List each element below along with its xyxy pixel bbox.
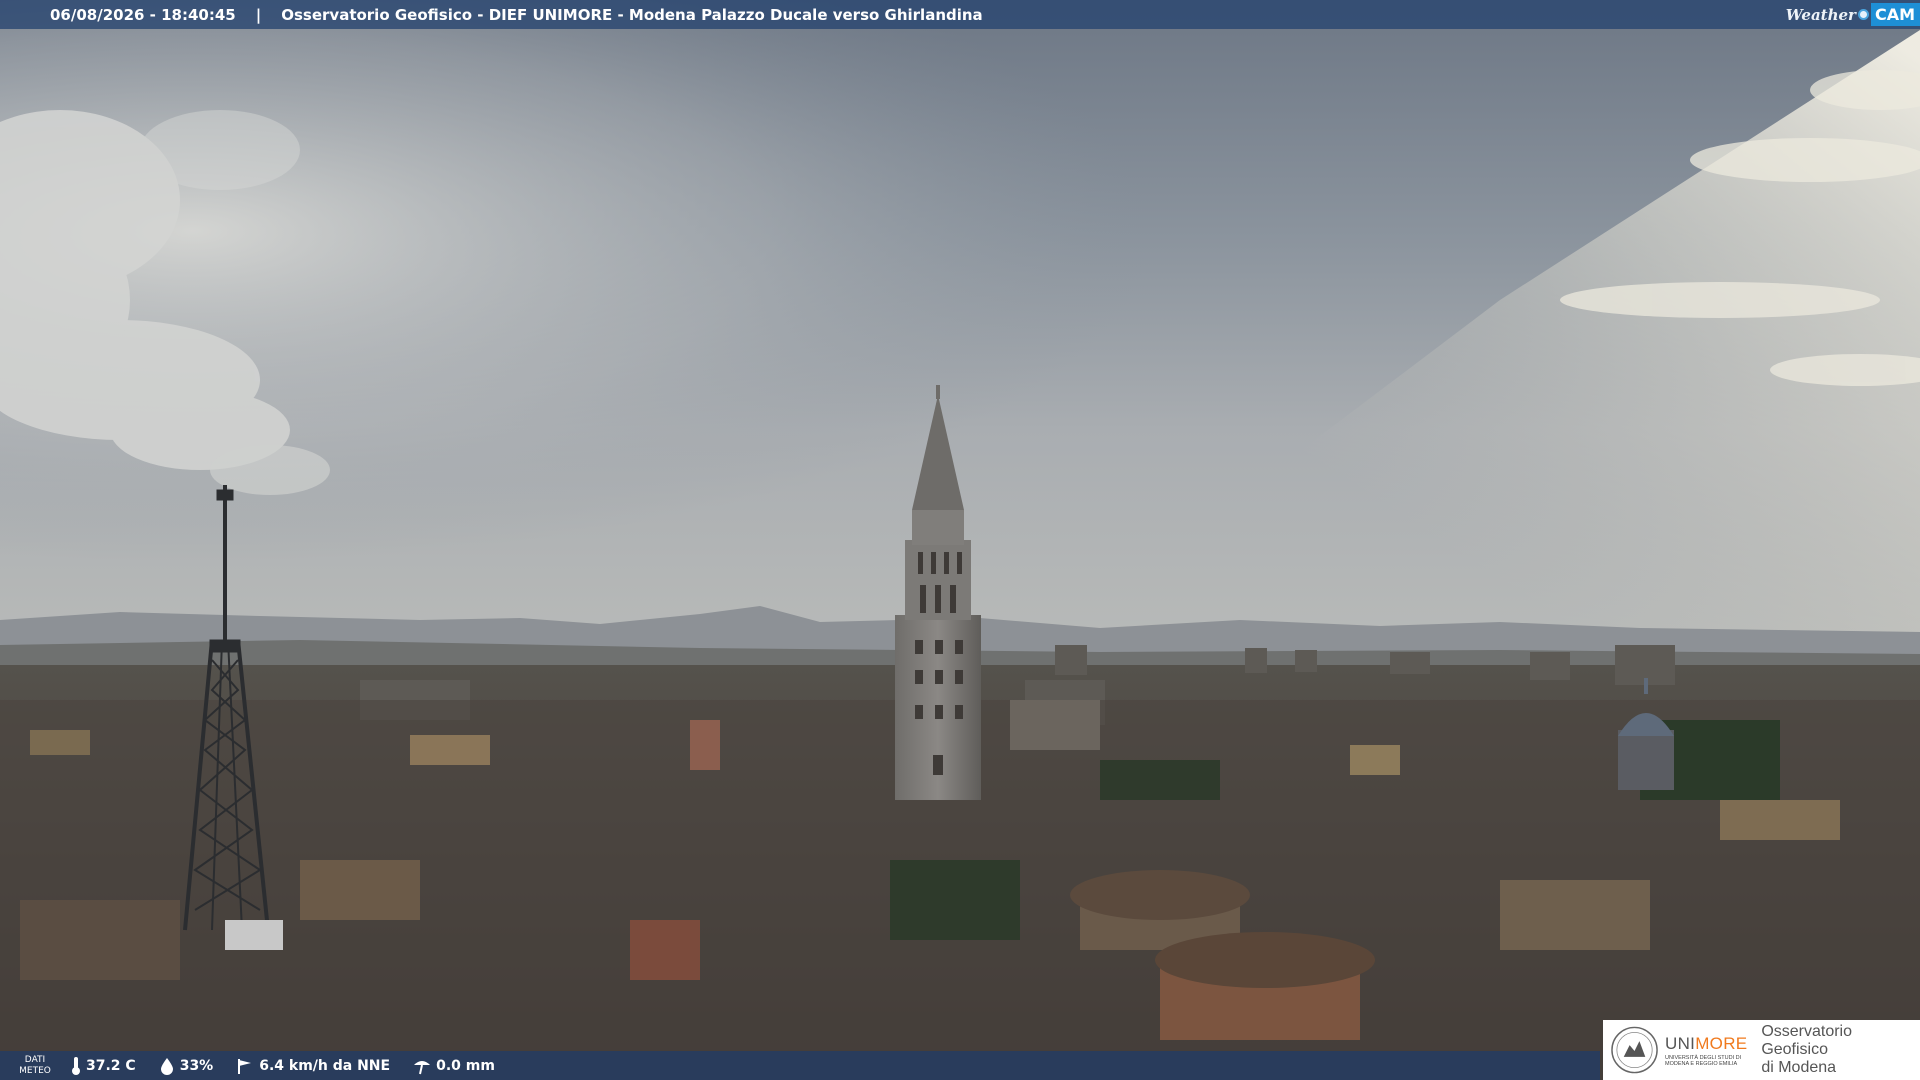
temperature-value: 37.2 C: [86, 1057, 136, 1074]
unimore-name-more: MORE: [1695, 1033, 1748, 1053]
unimore-subtitle-line1: UNIVERSITÀ DEGLI STUDI DI: [1665, 1054, 1742, 1061]
top-info-bar: 06/08/2026 - 18:40:45 | Osservatorio Geo…: [0, 0, 1920, 29]
rain-reading: 0.0 mm: [412, 1057, 495, 1075]
unimore-brand: UNIMORE UNIVERSITÀ DEGLI STUDI DI MODENA…: [1665, 1034, 1751, 1067]
unimore-name: UNIMORE: [1665, 1034, 1751, 1054]
dati-meteo-label: DATI METEO: [0, 1055, 70, 1077]
weathercam-logo-weather: Weather: [1785, 5, 1856, 24]
camera-title: Osservatorio Geofisico - DIEF UNIMORE - …: [281, 5, 983, 24]
meteo-label: METEO: [19, 1065, 51, 1076]
weathercam-logo[interactable]: Weather CAM: [1786, 1, 1920, 28]
humidity-reading: 33%: [158, 1057, 214, 1075]
dati-label: DATI: [24, 1054, 46, 1065]
wind-reading: 6.4 km/h da NNE: [235, 1057, 390, 1075]
weather-data-bar: DATI METEO 37.2 C 33% 6.4 km/h da NNE 0.…: [0, 1051, 1600, 1080]
unimore-name-uni: UNI: [1665, 1033, 1696, 1053]
header-separator: |: [255, 5, 262, 24]
wind-value: 6.4 km/h da NNE: [259, 1057, 391, 1074]
unimore-subtitle: UNIVERSITÀ DEGLI STUDI DI MODENA E REGGI…: [1665, 1055, 1751, 1067]
timestamp: 06/08/2026 - 18:40:45: [50, 5, 236, 24]
observatory-name: Osservatorio Geofisico di Modena: [1761, 1023, 1920, 1077]
lens-icon: [1857, 9, 1869, 20]
rain-value: 0.0 mm: [436, 1057, 495, 1074]
humidity-value: 33%: [179, 1057, 214, 1074]
humidity-drop-icon: [160, 1057, 173, 1075]
unimore-subtitle-line2: MODENA E REGGIO EMILIA: [1665, 1060, 1738, 1067]
unimore-seal-icon: [1611, 1026, 1658, 1074]
temperature-reading: 37.2 C: [70, 1056, 136, 1076]
weathercam-logo-cam: CAM: [1870, 3, 1920, 26]
observatory-line1: Osservatorio Geofisico: [1761, 1023, 1853, 1058]
observatory-line2: di Modena: [1761, 1059, 1837, 1076]
webcam-scene: [0, 0, 1920, 1080]
unimore-logo[interactable]: UNIMORE UNIVERSITÀ DEGLI STUDI DI MODENA…: [1603, 1020, 1920, 1080]
wind-icon: [238, 1058, 252, 1074]
thermometer-icon: [72, 1056, 80, 1075]
rain-gauge-icon: [414, 1060, 431, 1074]
